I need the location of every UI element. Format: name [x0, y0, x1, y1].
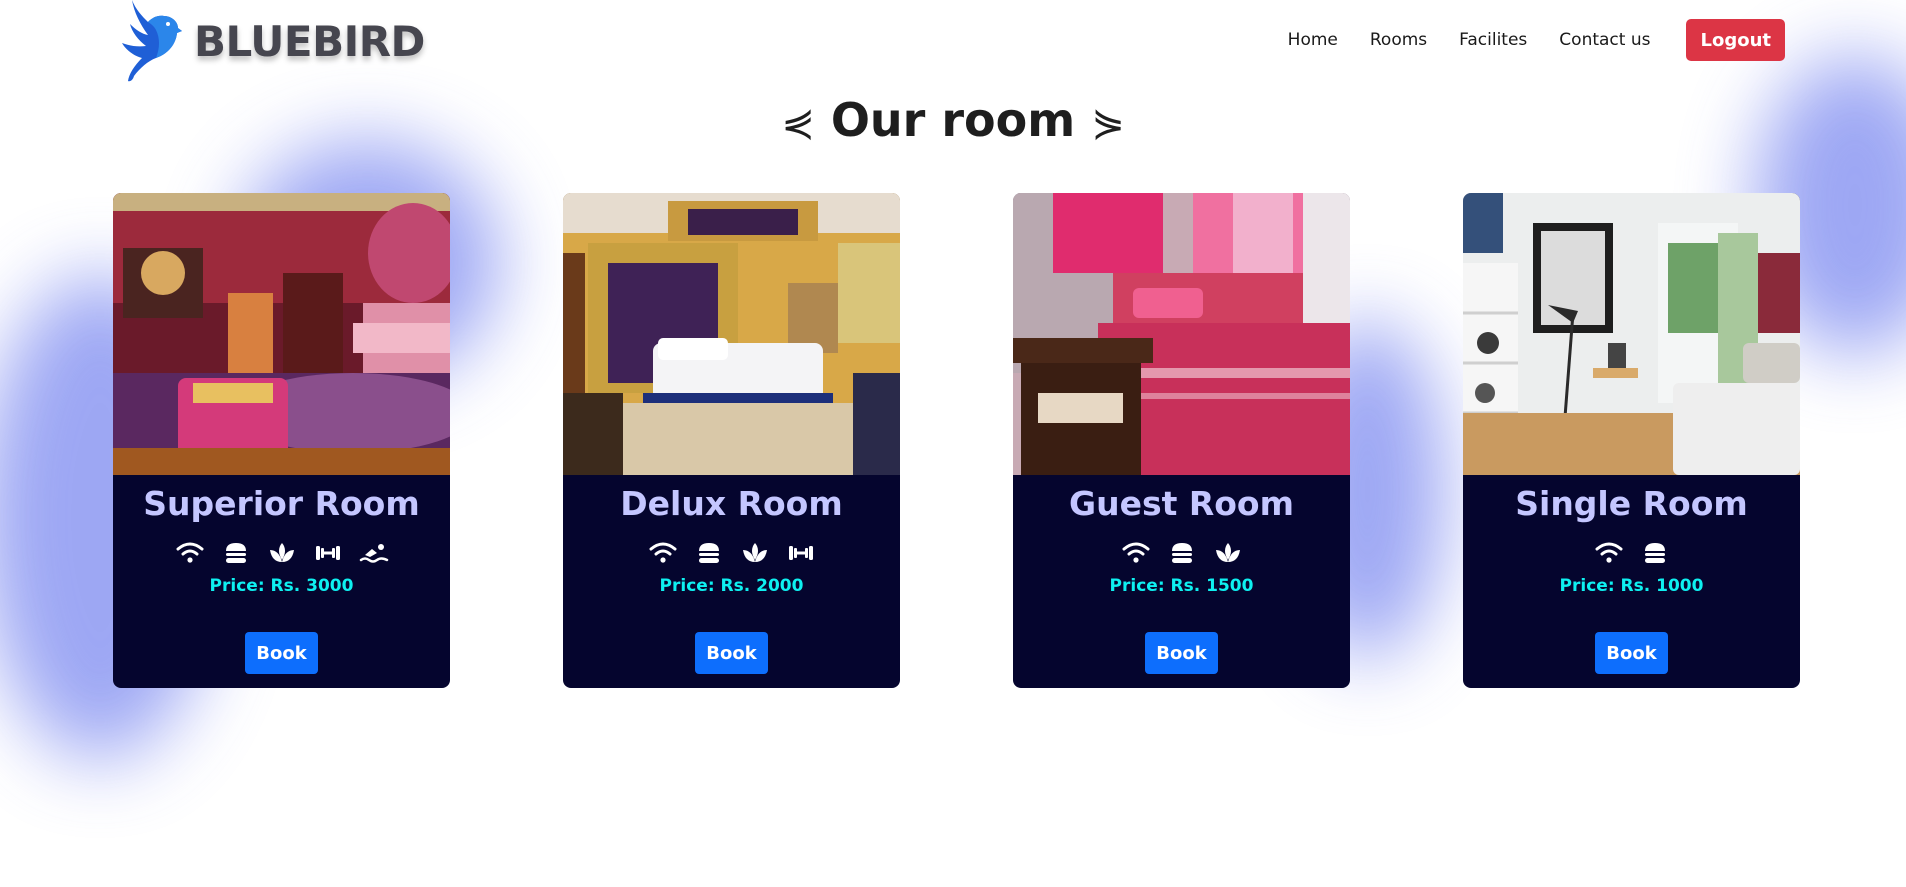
room-image-guest	[1013, 193, 1350, 475]
book-button[interactable]: Book	[1595, 632, 1668, 674]
room-title: Superior Room	[143, 484, 420, 523]
room-title: Delux Room	[620, 484, 843, 523]
wifi-icon	[1594, 538, 1624, 568]
room-card-single: Single Room Price: Rs. 1000 Book	[1463, 193, 1800, 688]
room-title: Single Room	[1515, 484, 1748, 523]
nav-link-home[interactable]: Home	[1288, 30, 1338, 50]
page-title-text: Our room	[830, 93, 1076, 147]
burger-icon	[221, 538, 251, 568]
room-price: Price: Rs. 2000	[659, 576, 804, 596]
spa-icon	[740, 538, 770, 568]
book-button[interactable]: Book	[245, 632, 318, 674]
gym-icon	[313, 538, 343, 568]
burger-icon	[1167, 538, 1197, 568]
heading-decoration-right: ⋟	[1091, 100, 1125, 146]
nav-link-rooms[interactable]: Rooms	[1370, 30, 1427, 50]
room-card-delux: Delux Room Price: Rs. 2000 Book	[563, 193, 900, 688]
room-price: Price: Rs. 1500	[1109, 576, 1254, 596]
room-image-single	[1463, 193, 1800, 475]
room-card-guest: Guest Room Price: Rs. 1500 Book	[1013, 193, 1350, 688]
spa-icon	[267, 538, 297, 568]
navbar: BLUEBIRD Home Rooms Facilites Contact us…	[0, 0, 1906, 82]
logout-button[interactable]: Logout	[1686, 19, 1785, 61]
room-title: Guest Room	[1068, 484, 1294, 523]
burger-icon	[1640, 538, 1670, 568]
amenities-list	[113, 538, 450, 568]
room-price: Price: Rs. 3000	[209, 576, 354, 596]
nav-link-contact[interactable]: Contact us	[1559, 30, 1650, 50]
nav-link-facilities[interactable]: Facilites	[1459, 30, 1527, 50]
nav-links: Home Rooms Facilites Contact us Logout	[1288, 19, 1785, 61]
brand-logo[interactable]: BLUEBIRD	[122, 0, 425, 82]
book-button[interactable]: Book	[1145, 632, 1218, 674]
bluebird-logo-icon	[122, 0, 182, 82]
room-image-superior	[113, 193, 450, 475]
wifi-icon	[648, 538, 678, 568]
burger-icon	[694, 538, 724, 568]
room-price: Price: Rs. 1000	[1559, 576, 1704, 596]
brand-name: BLUEBIRD	[194, 16, 425, 66]
gym-icon	[786, 538, 816, 568]
spa-icon	[1213, 538, 1243, 568]
room-image-delux	[563, 193, 900, 475]
amenities-list	[1013, 538, 1350, 568]
swim-icon	[359, 538, 389, 568]
page-title: ⋞ Our room ⋟	[0, 92, 1906, 151]
room-card-superior: Superior Room Price: Rs. 3000 Book	[113, 193, 450, 688]
wifi-icon	[1121, 538, 1151, 568]
amenities-list	[563, 538, 900, 568]
book-button[interactable]: Book	[695, 632, 768, 674]
amenities-list	[1463, 538, 1800, 568]
wifi-icon	[175, 538, 205, 568]
heading-decoration-left: ⋞	[781, 100, 815, 146]
